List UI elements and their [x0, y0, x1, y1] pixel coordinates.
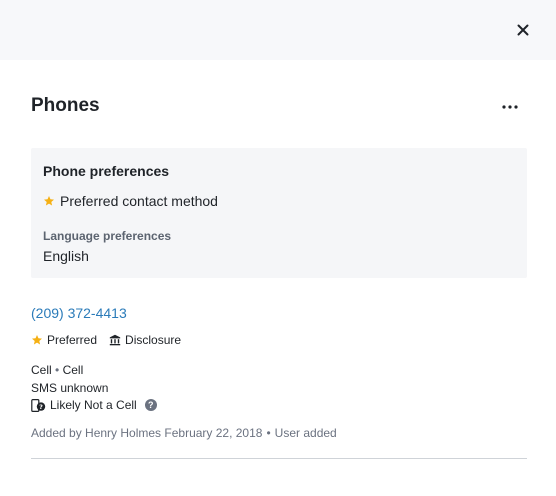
bank-icon	[109, 334, 121, 346]
top-bar	[0, 0, 556, 60]
language-preferences-label: Language preferences	[43, 229, 172, 243]
disclosure-tag: Disclosure	[109, 333, 181, 347]
phone-type-primary: Cell	[31, 363, 52, 377]
sms-status: SMS unknown	[31, 381, 109, 395]
phone-question-icon: ?	[31, 398, 46, 412]
phone-type-separator: •	[55, 363, 60, 377]
added-separator: •	[266, 426, 271, 440]
svg-text:?: ?	[39, 403, 43, 411]
divider	[31, 458, 527, 459]
added-info: Added by Henry Holmes February 22, 2018 …	[31, 426, 337, 440]
preferred-contact-label: Preferred contact method	[60, 193, 218, 209]
preferred-tag-label: Preferred	[47, 333, 98, 347]
more-horizontal-icon	[502, 105, 518, 109]
phone-type-secondary: Cell	[62, 363, 84, 377]
added-by-text: Added by Henry Holmes February 22, 2018	[31, 426, 263, 440]
disclosure-tag-label: Disclosure	[125, 333, 182, 347]
preferred-tag: Preferred	[31, 333, 97, 347]
language-preferences-value: English	[43, 248, 89, 264]
preferences-title: Phone preferences	[43, 163, 170, 179]
source-text: User added	[274, 426, 337, 440]
more-options-button[interactable]	[500, 100, 520, 114]
star-icon	[44, 196, 54, 206]
phone-type: Cell • Cell	[31, 363, 83, 377]
cell-likelihood: ? Likely Not a Cell ?	[31, 398, 157, 412]
phone-tags: Preferred Disclosure	[31, 333, 193, 347]
close-button[interactable]	[515, 22, 531, 38]
phone-preferences-card: Phone preferences Preferred contact meth…	[31, 148, 527, 278]
preferred-contact-method: Preferred contact method	[43, 193, 218, 209]
page-title: Phones	[31, 95, 100, 116]
phone-number-link[interactable]: (209) 372-4413	[31, 305, 127, 321]
cell-likelihood-label: Likely Not a Cell	[50, 398, 137, 412]
help-icon[interactable]: ?	[144, 399, 157, 411]
star-icon	[32, 335, 42, 345]
close-icon	[517, 24, 529, 36]
